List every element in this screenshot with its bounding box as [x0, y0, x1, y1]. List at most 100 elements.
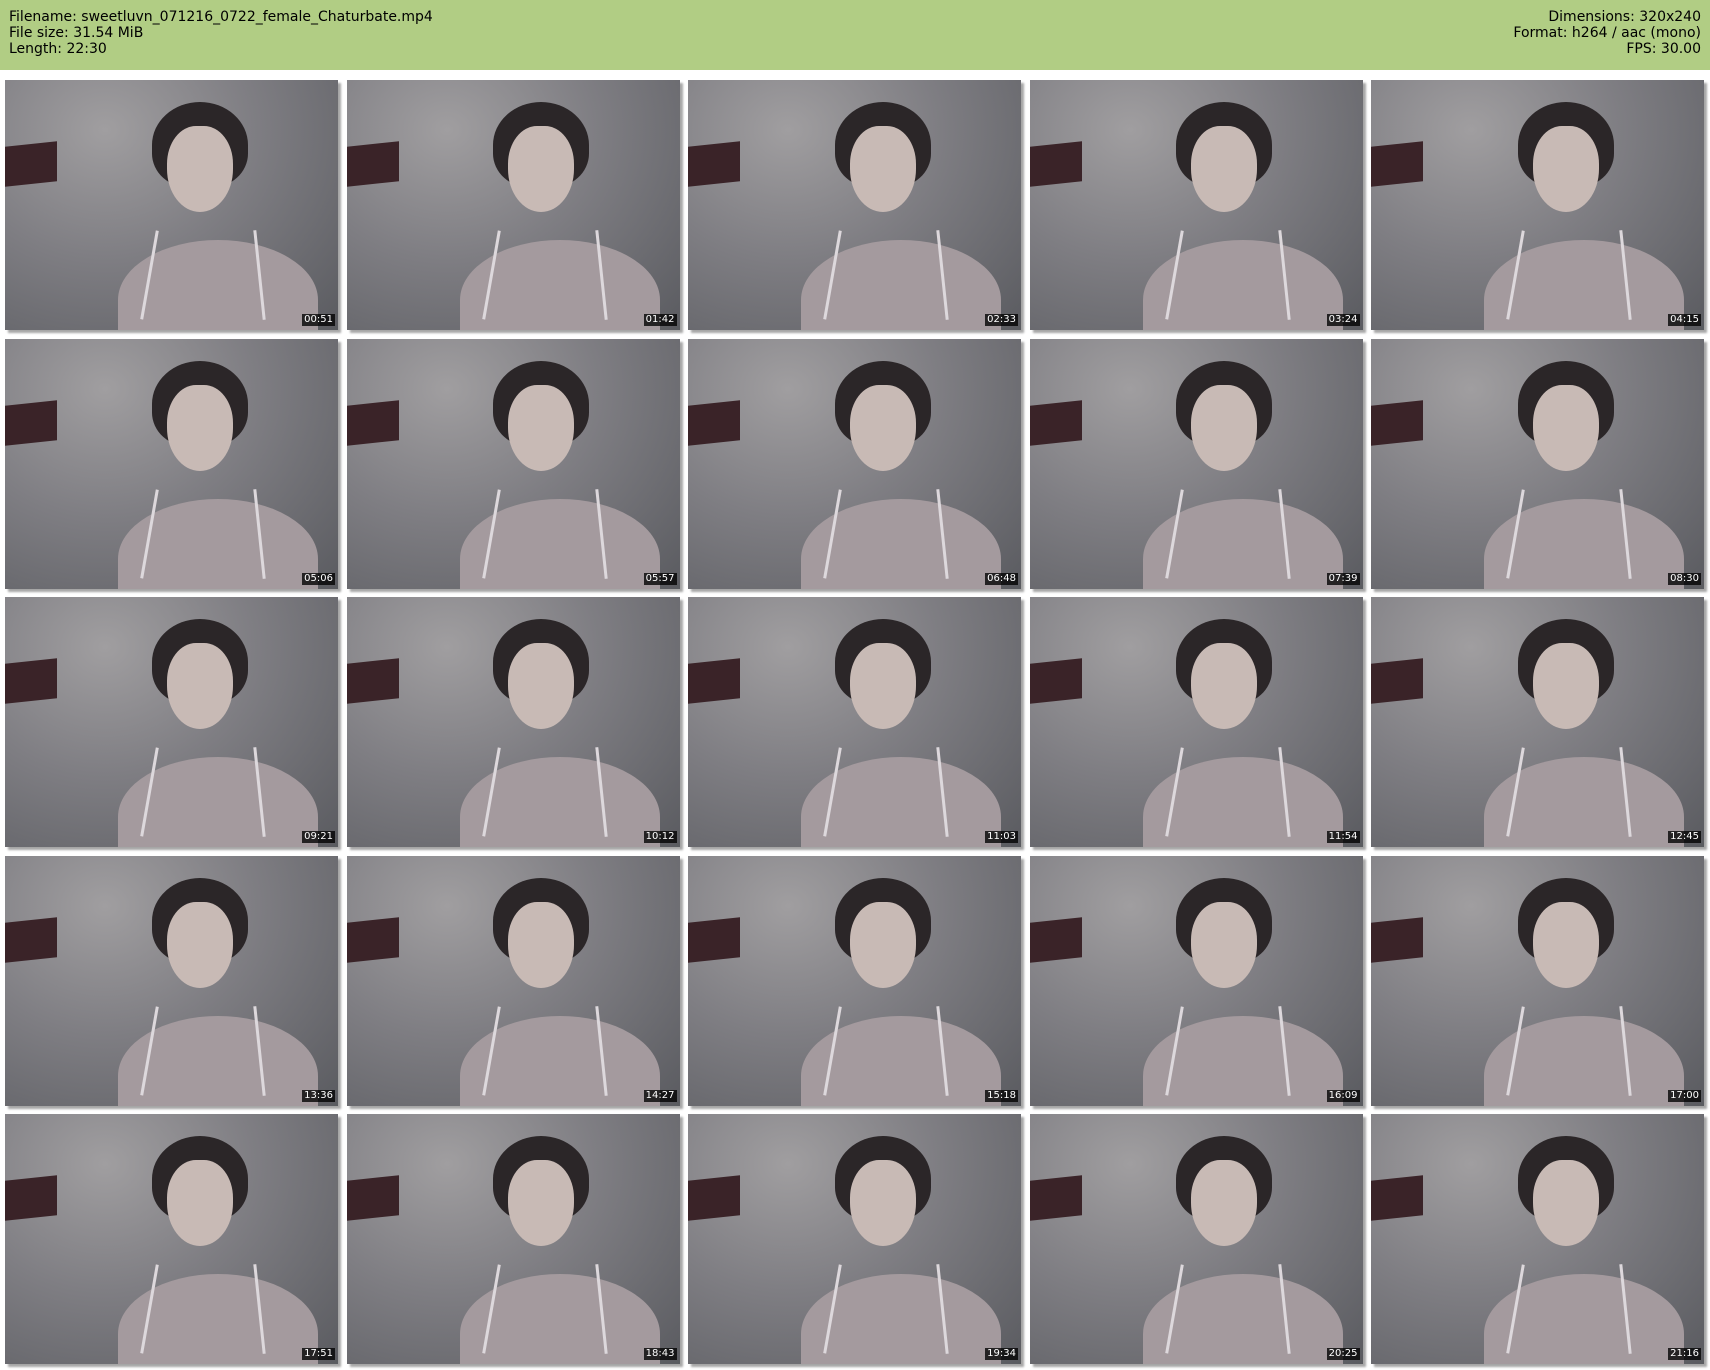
thumbnail-timestamp: 18:43	[643, 1348, 677, 1360]
wall-painting-shape	[1029, 399, 1082, 446]
thumbnail-timestamp: 11:03	[985, 831, 1018, 843]
person-silhouette-figure-head-front	[849, 126, 916, 212]
wall-painting-shape	[5, 658, 57, 704]
wall-painting-shape	[5, 1175, 57, 1221]
wall-painting-shape	[1371, 658, 1423, 704]
video-thumbnail[interactable]: 20:25	[1029, 1114, 1363, 1364]
wall-painting-shape	[688, 399, 740, 446]
thumbnail-timestamp: 14:27	[643, 1089, 677, 1102]
wall-painting-shape	[5, 141, 57, 187]
thumbnail-timestamp: 11:54	[1326, 831, 1360, 843]
video-thumbnail[interactable]: 18:43	[346, 1114, 680, 1364]
video-thumbnail[interactable]: 12:45	[1371, 597, 1704, 847]
person-silhouette-figure-head-front	[1191, 1160, 1257, 1246]
thumbnail-timestamp: 03:24	[1326, 314, 1360, 326]
wall-painting-shape	[1029, 916, 1082, 963]
wall-painting-shape	[688, 916, 740, 963]
video-thumbnail[interactable]: 08:30	[1371, 338, 1704, 589]
person-silhouette-figure-head-front	[508, 1160, 574, 1246]
thumbnail-timestamp: 10:12	[643, 831, 677, 843]
thumbnail-grid: 00:51 01:42 02:33 03:24 04:15 05:06 05:57 06:48…	[5, 80, 1705, 1365]
wall-painting-shape	[1371, 916, 1423, 963]
wall-painting-shape	[688, 658, 740, 704]
thumbnail-timestamp: 16:09	[1326, 1089, 1360, 1102]
person-silhouette-figure-head-front	[1532, 901, 1599, 988]
person-silhouette-figure-head-front	[1532, 643, 1599, 729]
video-thumbnail[interactable]: 07:39	[1029, 338, 1363, 589]
thumbnail-timestamp: 04:15	[1668, 314, 1701, 326]
video-thumbnail[interactable]: 15:18	[688, 855, 1021, 1106]
thumbnail-timestamp: 17:51	[302, 1348, 335, 1360]
thumbnail-timestamp: 08:30	[1668, 572, 1701, 585]
person-silhouette-figure-head-front	[1191, 384, 1257, 471]
video-thumbnail[interactable]: 11:54	[1029, 597, 1363, 847]
thumbnail-timestamp: 13:36	[302, 1089, 335, 1102]
person-silhouette-figure-head-front	[166, 901, 233, 988]
person-silhouette-figure-head-front	[166, 126, 233, 212]
thumbnail-timestamp: 01:42	[643, 314, 677, 326]
video-thumbnail[interactable]: 05:57	[346, 338, 680, 589]
contact-sheet-header: Filename: sweetluvn_071216_0722_female_C…	[0, 0, 1710, 70]
length-text: Length: 22:30	[9, 41, 107, 57]
person-silhouette-figure-head-front	[166, 643, 233, 729]
thumbnail-timestamp: 12:45	[1668, 831, 1701, 843]
file-info-left: Filename: sweetluvn_071216_0722_female_C…	[9, 9, 433, 57]
thumbnail-timestamp: 05:06	[302, 572, 335, 585]
thumbnail-timestamp: 19:34	[985, 1348, 1018, 1360]
wall-painting-shape	[346, 658, 399, 704]
file-info-right: Dimensions: 320x240 Format: h264 / aac (…	[1513, 9, 1701, 57]
video-thumbnail[interactable]: 06:48	[688, 338, 1021, 589]
person-silhouette-figure-head-front	[1191, 901, 1257, 988]
person-silhouette-figure-head-front	[1532, 384, 1599, 471]
person-silhouette-figure-head-front	[508, 126, 574, 212]
fps-text: FPS: 30.00	[1626, 41, 1701, 57]
thumbnail-timestamp: 07:39	[1326, 572, 1360, 585]
filename-text: Filename: sweetluvn_071216_0722_female_C…	[9, 9, 433, 25]
wall-painting-shape	[5, 916, 57, 963]
video-thumbnail[interactable]: 01:42	[346, 80, 680, 330]
person-silhouette-figure-head-front	[849, 384, 916, 471]
video-thumbnail[interactable]: 21:16	[1371, 1114, 1704, 1364]
video-thumbnail[interactable]: 09:21	[5, 597, 338, 847]
video-thumbnail[interactable]: 00:51	[5, 80, 338, 330]
wall-painting-shape	[688, 141, 740, 187]
person-silhouette-figure-head-front	[849, 901, 916, 988]
wall-painting-shape	[1029, 141, 1082, 187]
person-silhouette-figure-head-front	[849, 1160, 916, 1246]
person-silhouette-figure-head-front	[1532, 1160, 1599, 1246]
wall-painting-shape	[346, 399, 399, 446]
video-thumbnail[interactable]: 17:51	[5, 1114, 338, 1364]
wall-painting-shape	[1371, 399, 1423, 446]
video-thumbnail[interactable]: 13:36	[5, 855, 338, 1106]
video-thumbnail[interactable]: 16:09	[1029, 855, 1363, 1106]
video-thumbnail[interactable]: 19:34	[688, 1114, 1021, 1364]
thumbnail-timestamp: 05:57	[643, 572, 677, 585]
video-thumbnail[interactable]: 02:33	[688, 80, 1021, 330]
wall-painting-shape	[1029, 1175, 1082, 1221]
video-thumbnail[interactable]: 10:12	[346, 597, 680, 847]
video-thumbnail[interactable]: 11:03	[688, 597, 1021, 847]
thumbnail-timestamp: 00:51	[302, 314, 335, 326]
dimensions-text: Dimensions: 320x240	[1548, 9, 1701, 25]
person-silhouette-figure-head-front	[849, 643, 916, 729]
video-thumbnail[interactable]: 03:24	[1029, 80, 1363, 330]
wall-painting-shape	[346, 141, 399, 187]
person-silhouette-figure-head-front	[508, 901, 574, 988]
wall-painting-shape	[1371, 1175, 1423, 1221]
file-size-text: File size: 31.54 MiB	[9, 25, 144, 41]
video-thumbnail[interactable]: 04:15	[1371, 80, 1704, 330]
thumbnail-timestamp: 02:33	[985, 314, 1018, 326]
person-silhouette-figure-head-front	[1191, 126, 1257, 212]
format-text: Format: h264 / aac (mono)	[1513, 25, 1701, 41]
person-silhouette-figure-head-front	[166, 1160, 233, 1246]
wall-painting-shape	[346, 916, 399, 963]
wall-painting-shape	[688, 1175, 740, 1221]
video-thumbnail[interactable]: 14:27	[346, 855, 680, 1106]
thumbnail-timestamp: 09:21	[302, 831, 335, 843]
person-silhouette-figure-head-front	[1191, 643, 1257, 729]
person-silhouette-figure-head-front	[166, 384, 233, 471]
video-thumbnail[interactable]: 05:06	[5, 338, 338, 589]
person-silhouette-figure-head-front	[1532, 126, 1599, 212]
thumbnail-timestamp: 15:18	[985, 1089, 1018, 1102]
video-thumbnail[interactable]: 17:00	[1371, 855, 1704, 1106]
